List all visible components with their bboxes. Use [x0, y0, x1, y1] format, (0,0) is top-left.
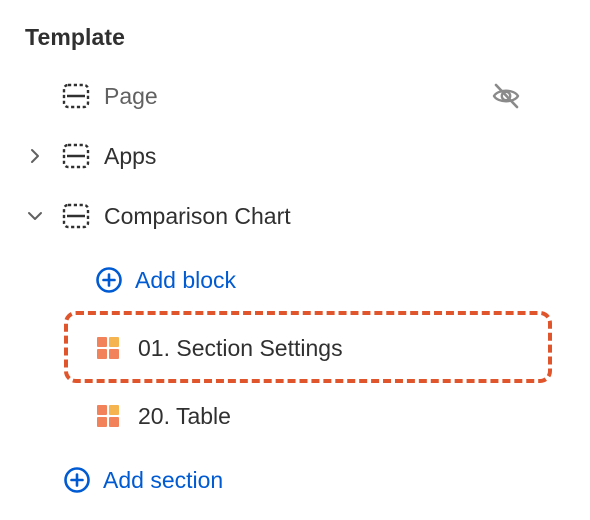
sidebar-item-label: Apps	[104, 142, 157, 169]
block-item-label: 20. Table	[138, 402, 231, 429]
section-icon	[62, 83, 90, 109]
section-icon	[62, 143, 90, 169]
template-panel: Template Page Apps Comparison Chart Add …	[0, 0, 590, 520]
circle-plus-icon	[64, 467, 90, 493]
block-grid-icon	[97, 405, 119, 427]
add-block-button[interactable]: Add block	[95, 262, 236, 298]
block-grid-icon	[97, 337, 119, 359]
block-item-table[interactable]: 20. Table	[96, 396, 231, 436]
section-icon	[62, 203, 90, 229]
chevron-down-icon[interactable]	[27, 208, 43, 224]
add-section-button[interactable]: Add section	[63, 462, 223, 498]
sidebar-item-label: Comparison Chart	[104, 202, 291, 229]
sidebar-item-comparison-chart[interactable]: Comparison Chart	[0, 198, 590, 234]
circle-plus-icon	[96, 267, 122, 293]
eye-slash-icon[interactable]	[490, 80, 522, 112]
block-item-label: 01. Section Settings	[138, 334, 343, 361]
chevron-right-icon[interactable]	[27, 148, 43, 164]
sidebar-item-apps[interactable]: Apps	[0, 138, 590, 174]
sidebar-item-label: Page	[104, 82, 158, 109]
panel-heading: Template	[25, 24, 126, 50]
block-item-section-settings[interactable]: 01. Section Settings	[96, 328, 343, 368]
add-block-label: Add block	[135, 266, 237, 293]
add-section-label: Add section	[103, 466, 224, 493]
